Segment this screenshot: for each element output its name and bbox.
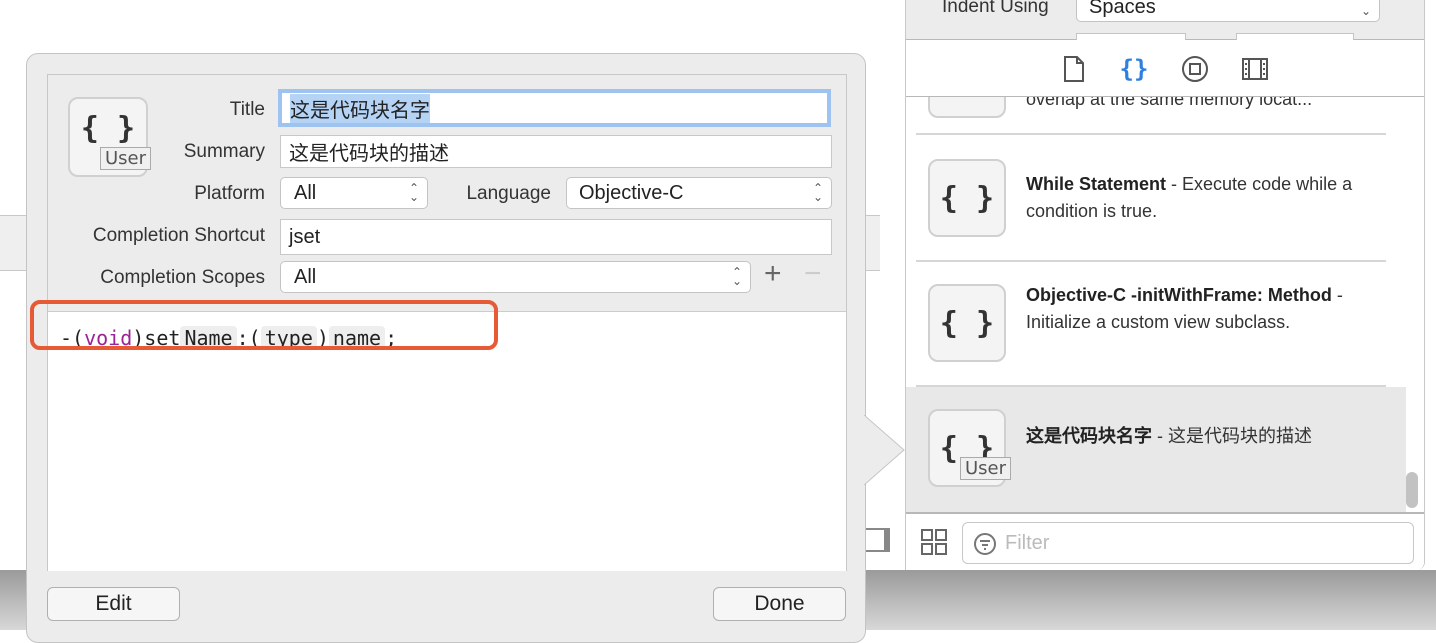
filter-input[interactable]: Filter (962, 522, 1414, 564)
edit-button[interactable]: Edit (47, 587, 180, 621)
filter-placeholder: Filter (1005, 532, 1050, 554)
chevron-updown-icon: ⌃ ⌄ (1360, 0, 1371, 18)
popover-arrow (864, 415, 905, 485)
layout-toggle-icon[interactable] (862, 528, 890, 552)
highlight-annotation (30, 300, 498, 350)
tab-file-template[interactable] (1059, 54, 1089, 84)
braces-icon: { } (928, 159, 1006, 237)
language-label: Language (466, 183, 551, 204)
braces-icon: {} (1119, 55, 1149, 83)
list-item-selected[interactable]: { } User 这是代码块名字 - 这是代码块的描述 (906, 387, 1406, 512)
completion-shortcut-input[interactable]: jset (280, 219, 832, 255)
library-bottom-bar: Filter (906, 512, 1424, 570)
item-title: 这是代码块名字 (1026, 426, 1152, 446)
object-icon (1182, 56, 1208, 82)
document-icon (1064, 56, 1084, 82)
utilities-panel: Indent Using Spaces ⌃ ⌄ {} overlap at the … (905, 0, 1425, 570)
title-input[interactable]: 这是代码块名字 (278, 89, 831, 127)
chevron-updown-icon: ⌃ ⌄ (408, 181, 419, 204)
completion-scopes-value: All (294, 266, 317, 288)
completion-scopes-select[interactable]: All ⌃ ⌄ (280, 261, 751, 293)
indent-using-select[interactable]: Spaces ⌃ ⌄ (1076, 0, 1380, 22)
item-title: While Statement (1026, 174, 1167, 194)
remove-scope-button[interactable]: − (804, 257, 822, 291)
text-settings: Indent Using Spaces ⌃ ⌄ (906, 0, 1424, 43)
summary-label: Summary (183, 141, 265, 162)
list-item[interactable]: { } Objective-C -initWithFrame: Method -… (916, 262, 1386, 387)
item-desc: - 这是代码块的描述 (1152, 426, 1312, 446)
film-icon (1242, 58, 1268, 80)
completion-scopes-label: Completion Scopes (100, 267, 265, 288)
chevron-updown-icon: ⌃ ⌄ (812, 181, 823, 204)
item-title: Objective-C -initWithFrame: Method (1026, 285, 1332, 305)
add-scope-button[interactable]: + (764, 257, 782, 291)
tab-media[interactable] (1240, 54, 1270, 84)
done-button[interactable]: Done (713, 587, 846, 621)
completion-shortcut-label: Completion Shortcut (92, 225, 265, 246)
code-editor[interactable]: -(void)set Name:(type) name; (48, 311, 846, 571)
filter-icon (974, 533, 996, 555)
scrollbar-thumb[interactable] (1406, 472, 1418, 508)
completion-shortcut-value: jset (289, 225, 321, 248)
braces-icon: { } (928, 284, 1006, 362)
summary-input[interactable]: 这是代码块的描述 (280, 135, 832, 168)
chevron-updown-icon: ⌃ ⌄ (731, 265, 742, 288)
summary-value: 这是代码块的描述 (289, 143, 449, 165)
snippet-icon: { } User (68, 97, 152, 177)
platform-label: Platform (194, 183, 265, 204)
language-select[interactable]: Objective-C ⌃ ⌄ (566, 177, 832, 209)
tab-object[interactable] (1180, 54, 1210, 84)
list-item[interactable]: { } While Statement - Execute code while… (916, 135, 1386, 262)
platform-value: All (294, 182, 317, 204)
platform-select[interactable]: All ⌃ ⌄ (280, 177, 428, 209)
library-tabs: {} (906, 40, 1424, 97)
indent-value: Spaces (1089, 0, 1156, 18)
tab-code-snippet[interactable]: {} (1119, 54, 1149, 84)
title-label: Title (229, 99, 265, 120)
user-badge: User (960, 457, 1012, 480)
braces-icon: { } User (928, 409, 1012, 487)
snippet-popover: { } User Title 这是代码块名字 Summary 这是代码块的描述 P… (26, 53, 866, 643)
title-value: 这是代码块名字 (290, 93, 430, 123)
language-value: Objective-C (579, 182, 684, 204)
indent-using-label: Indent Using (942, 0, 1049, 17)
grid-view-icon[interactable] (921, 529, 947, 555)
